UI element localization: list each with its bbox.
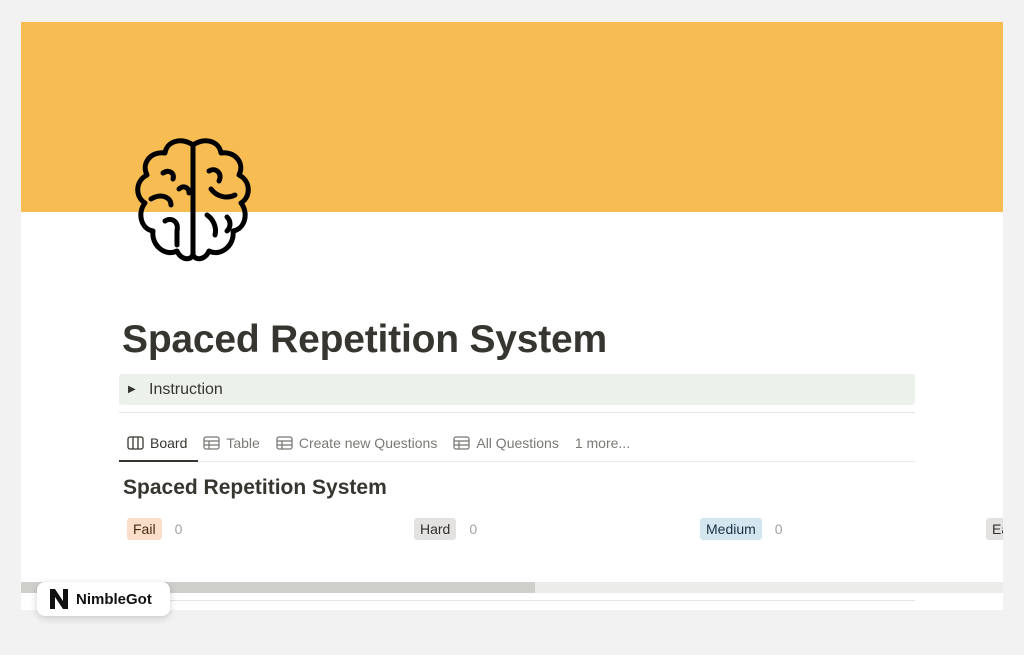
database-title[interactable]: Spaced Repetition System — [123, 476, 387, 500]
divider — [119, 600, 915, 601]
table-icon — [203, 435, 221, 450]
view-tabs: Board Table Create new Questions All Que… — [119, 429, 638, 461]
tab-label: Table — [226, 434, 260, 451]
status-badge: Ea — [986, 518, 1003, 540]
nimblegot-badge[interactable]: NimbleGot — [37, 582, 170, 616]
group-count: 0 — [174, 521, 183, 537]
board-group-fail[interactable]: Fail 0 — [127, 518, 182, 540]
brain-icon[interactable] — [131, 135, 255, 267]
status-badge: Fail — [127, 518, 162, 540]
tab-board[interactable]: Board — [119, 429, 195, 456]
board-group-hard[interactable]: Hard 0 — [414, 518, 477, 540]
active-tab-indicator — [119, 460, 198, 462]
group-count: 0 — [774, 521, 783, 537]
tab-more-views[interactable]: 1 more... — [567, 429, 638, 456]
nimblegot-logo-icon — [50, 589, 68, 609]
page-title[interactable]: Spaced Repetition System — [122, 318, 607, 362]
tab-label: Board — [150, 434, 188, 451]
status-badge: Medium — [700, 518, 762, 540]
table-icon — [276, 435, 293, 450]
instruction-label: Instruction — [149, 380, 223, 398]
instruction-toggle[interactable]: ▶ Instruction — [119, 374, 915, 405]
group-count: 0 — [469, 521, 478, 537]
divider — [119, 412, 915, 413]
status-badge: Hard — [414, 518, 457, 540]
board-group-medium[interactable]: Medium 0 — [700, 518, 783, 540]
tab-table[interactable]: Table — [195, 429, 267, 456]
tab-label: All Questions — [476, 434, 559, 451]
triangle-right-icon[interactable]: ▶ — [128, 384, 140, 395]
tab-label: 1 more... — [574, 434, 631, 451]
notion-page: Spaced Repetition System ▶ Instruction B… — [21, 22, 1003, 610]
table-icon — [453, 435, 471, 450]
badge-name: NimbleGot — [76, 590, 152, 608]
tabs-divider — [119, 461, 915, 462]
board-group-easy[interactable]: Ea — [986, 518, 1003, 540]
tab-label: Create new Questions — [298, 434, 438, 451]
tab-all-questions[interactable]: All Questions — [445, 429, 566, 456]
tab-create-new-questions[interactable]: Create new Questions — [268, 429, 446, 456]
board-icon — [127, 435, 144, 450]
